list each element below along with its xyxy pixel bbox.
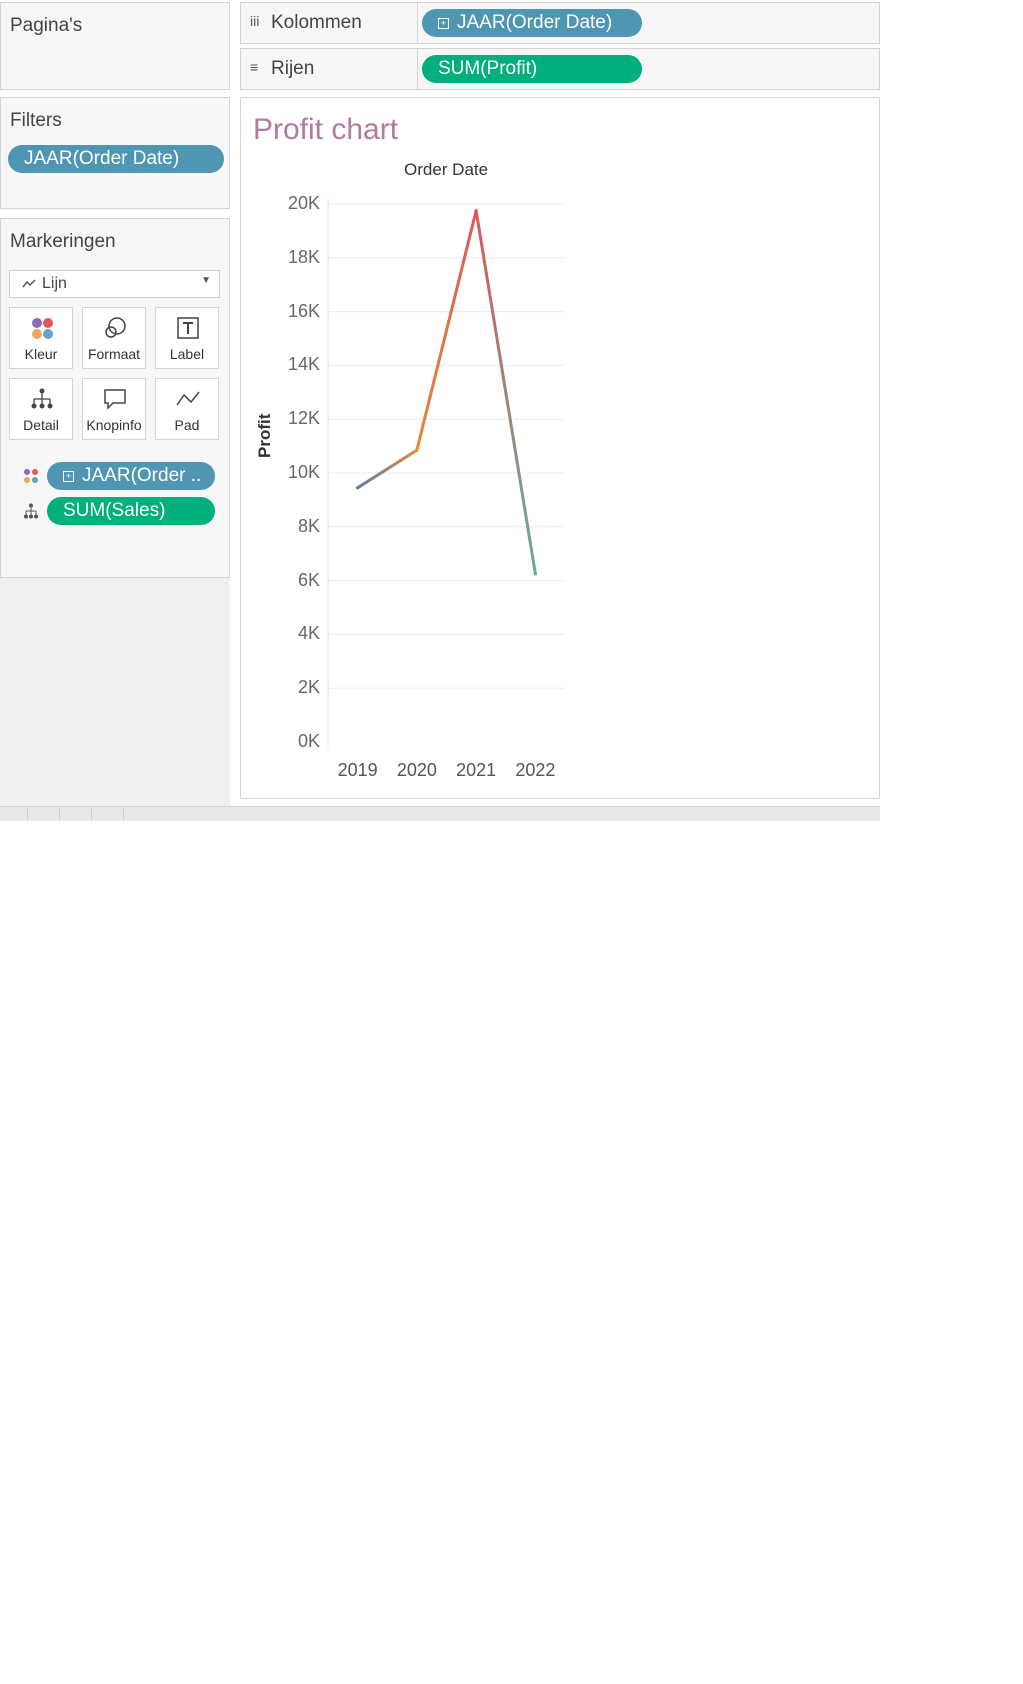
x-tick-label: 2022 <box>515 760 556 780</box>
y-tick-label: 0K <box>297 731 320 751</box>
data-point[interactable] <box>356 486 360 490</box>
y-tick-label: 6K <box>297 569 320 590</box>
x-tick-label: 2021 <box>456 760 497 780</box>
sheet-tab[interactable] <box>123 806 154 820</box>
sheet-tab[interactable] <box>91 806 122 820</box>
y-tick-label: 16K <box>287 300 320 321</box>
y-tick-label: 4K <box>297 623 320 644</box>
y-tick-label: 14K <box>287 354 320 375</box>
x-tick-label: 2020 <box>396 760 437 780</box>
sheet-tab[interactable] <box>27 806 58 820</box>
y-tick-label: 20K <box>287 193 320 213</box>
profit-line-segment[interactable] <box>474 209 537 576</box>
data-point[interactable] <box>533 572 537 576</box>
data-point[interactable] <box>474 209 478 213</box>
line-chart <box>327 198 565 750</box>
y-tick-label: 12K <box>287 408 320 429</box>
data-point[interactable] <box>415 448 419 452</box>
y-tick-label: 8K <box>297 515 320 536</box>
y-tick-label: 18K <box>287 246 320 267</box>
profit-line-segment[interactable] <box>415 209 478 452</box>
x-tick-label: 2019 <box>337 760 378 780</box>
y-tick-label: 2K <box>297 677 320 698</box>
profit-line-segment[interactable] <box>356 448 419 490</box>
y-tick-label: 10K <box>287 462 320 482</box>
sheet-tab[interactable] <box>59 806 90 820</box>
